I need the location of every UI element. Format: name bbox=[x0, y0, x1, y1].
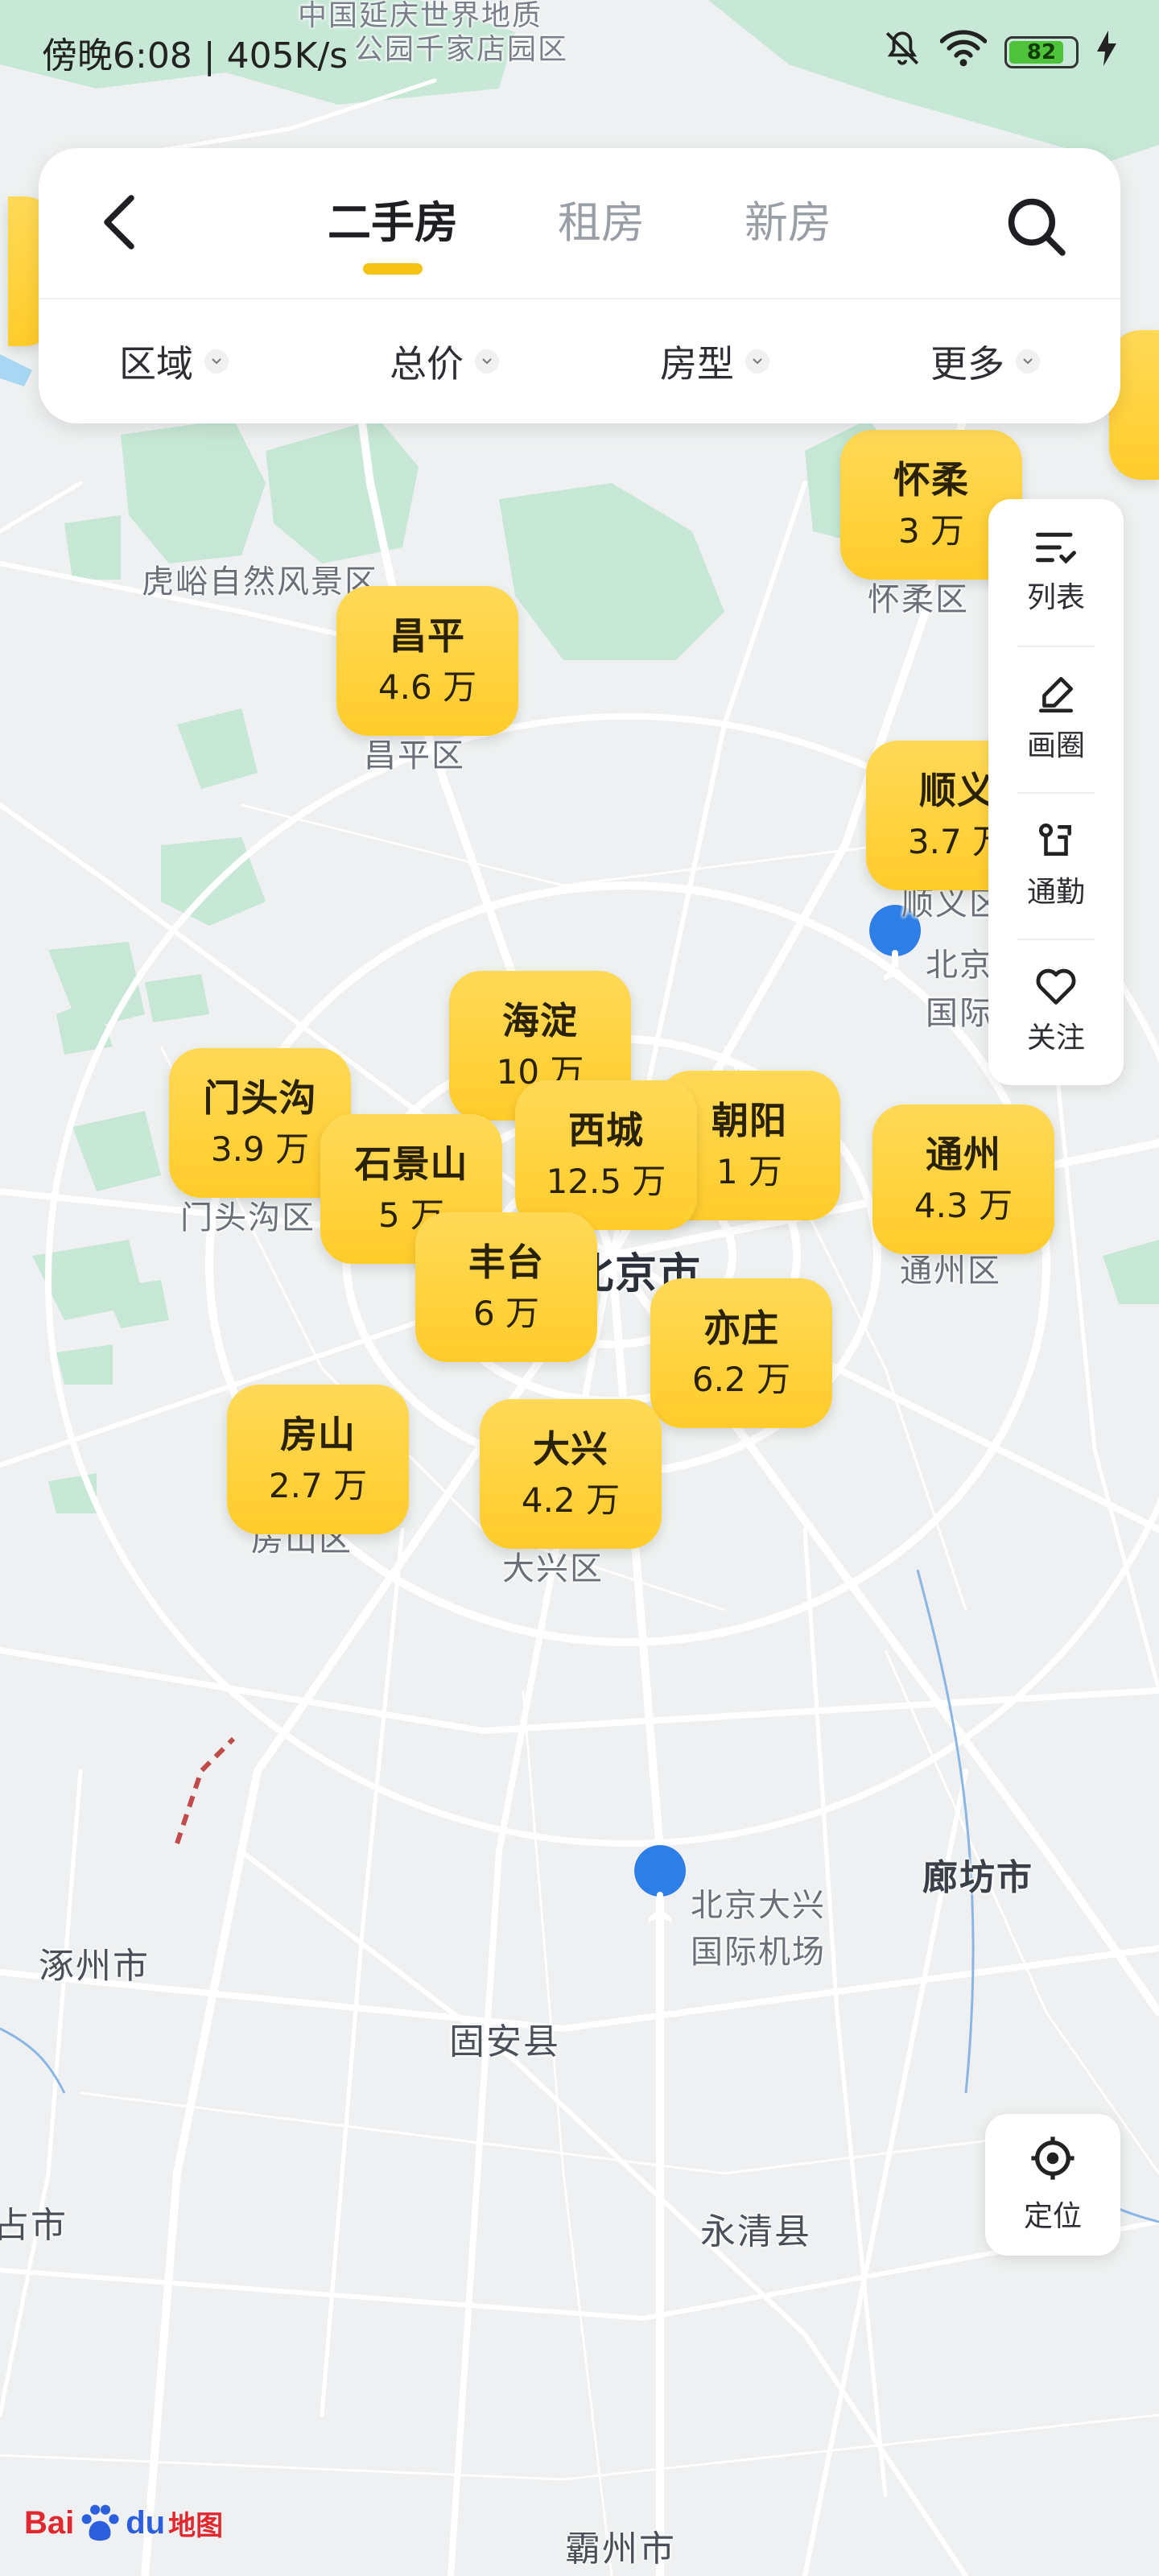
district-bubble-tongzhou[interactable]: 通州 4.3 万 bbox=[872, 1104, 1054, 1254]
map-label-airport: 北京大兴 bbox=[691, 1887, 826, 1924]
favorite-button[interactable]: 关注 bbox=[988, 939, 1124, 1085]
map-label-langfang: 廊坊市 bbox=[922, 1857, 1033, 1898]
filter-layout[interactable]: 房型 bbox=[580, 335, 850, 388]
filter-bar: 区域 总价 房型 更多 bbox=[39, 299, 1120, 423]
district-name: 西城 bbox=[568, 1108, 644, 1152]
list-icon bbox=[1036, 532, 1076, 564]
district-name: 亦庄 bbox=[703, 1307, 779, 1350]
filter-more[interactable]: 更多 bbox=[850, 335, 1120, 388]
map-label-daxing: 大兴区 bbox=[502, 1550, 604, 1587]
district-price: 6 万 bbox=[472, 1294, 540, 1333]
district-bubble-daxing[interactable]: 大兴 4.2 万 bbox=[480, 1399, 662, 1549]
district-name: 丰台 bbox=[468, 1241, 544, 1284]
district-price: 1 万 bbox=[716, 1152, 783, 1191]
district-price: 4.6 万 bbox=[377, 667, 477, 707]
district-name: 昌平 bbox=[390, 614, 465, 658]
map-label-left-city: 占市 bbox=[0, 2205, 68, 2246]
tab-rent[interactable]: 租房 bbox=[558, 187, 645, 270]
logo-text: Bai bbox=[24, 2504, 75, 2541]
tool-label: 画圈 bbox=[1026, 729, 1085, 762]
chevron-down-icon bbox=[745, 349, 769, 374]
district-price: 6.2 万 bbox=[691, 1360, 791, 1399]
commute-icon bbox=[1038, 823, 1071, 856]
district-name: 石景山 bbox=[354, 1142, 468, 1186]
map-label-airport: 国际 bbox=[926, 995, 993, 1032]
mute-icon bbox=[882, 28, 922, 77]
draw-circle-icon bbox=[1038, 676, 1074, 713]
district-name: 通州 bbox=[926, 1133, 1001, 1176]
district-bubble-changping[interactable]: 昌平 4.6 万 bbox=[336, 586, 518, 736]
status-bar: 傍晚6:08 | 405K/s 82 bbox=[0, 0, 1159, 105]
charging-icon bbox=[1096, 30, 1117, 75]
baidu-map-logo: Bai du 地图 bbox=[24, 2502, 223, 2544]
district-price: 4.3 万 bbox=[914, 1186, 1013, 1225]
map-label-mentougou: 门头沟区 bbox=[180, 1199, 316, 1236]
logo-text: 地图 bbox=[168, 2509, 224, 2542]
chevron-down-icon bbox=[475, 349, 499, 374]
map-label-bazhou: 霸州市 bbox=[565, 2529, 676, 2570]
logo-text: du bbox=[126, 2504, 166, 2541]
tool-label: 通勤 bbox=[1026, 876, 1085, 909]
locate-button[interactable]: 定位 bbox=[985, 2114, 1120, 2256]
map-label-scenic: 虎峪自然风景区 bbox=[142, 564, 378, 601]
map-tools-panel: 列表 画圈 通勤 关注 bbox=[988, 499, 1124, 1085]
district-name: 朝阳 bbox=[711, 1099, 787, 1142]
draw-circle-button[interactable]: 画圈 bbox=[988, 646, 1124, 792]
map-label-zhuozhou: 涿州市 bbox=[39, 1946, 150, 1987]
wifi-icon bbox=[939, 28, 988, 77]
status-time: 傍晚6:08 | 405K/s bbox=[42, 35, 349, 76]
chevron-down-icon bbox=[1016, 349, 1040, 374]
district-name: 怀柔 bbox=[893, 458, 969, 502]
battery-icon: 82 bbox=[1004, 36, 1079, 68]
district-price: 3 万 bbox=[897, 511, 965, 551]
district-price: 2.7 万 bbox=[268, 1466, 368, 1505]
map-label-changping: 昌平区 bbox=[364, 737, 465, 774]
list-button[interactable]: 列表 bbox=[988, 499, 1124, 646]
tab-new-house[interactable]: 新房 bbox=[744, 187, 831, 270]
locate-icon bbox=[1031, 2136, 1074, 2180]
chevron-down-icon bbox=[204, 349, 229, 374]
commute-button[interactable]: 通勤 bbox=[988, 792, 1124, 939]
district-bubble-fengtai[interactable]: 丰台 6 万 bbox=[415, 1212, 597, 1362]
district-name: 海淀 bbox=[502, 999, 578, 1042]
filter-label: 更多 bbox=[930, 342, 1004, 386]
heart-icon bbox=[1036, 968, 1076, 1005]
map-label-yongqing: 永清县 bbox=[700, 2211, 811, 2252]
search-header-card: 二手房 租房 新房 区域 总价 房型 更多 bbox=[39, 148, 1120, 423]
district-bubble-fangshan[interactable]: 房山 2.7 万 bbox=[227, 1385, 409, 1534]
map-label-airport: 国际机场 bbox=[691, 1934, 826, 1971]
district-name: 顺义 bbox=[919, 769, 995, 812]
map-label-guan: 固安县 bbox=[449, 2021, 560, 2062]
tool-label: 列表 bbox=[1026, 581, 1085, 614]
district-price: 12.5 万 bbox=[546, 1162, 666, 1201]
map-label-airport: 北京 bbox=[926, 947, 993, 984]
filter-label: 房型 bbox=[660, 342, 734, 386]
search-button[interactable] bbox=[1000, 190, 1072, 262]
filter-region[interactable]: 区域 bbox=[39, 335, 309, 388]
battery-level: 82 bbox=[1026, 40, 1057, 64]
tool-label: 关注 bbox=[1026, 1022, 1085, 1055]
paw-icon bbox=[81, 2504, 119, 2541]
tab-second-hand[interactable]: 二手房 bbox=[328, 187, 458, 270]
map-label-huairou: 怀柔区 bbox=[868, 581, 969, 618]
search-icon bbox=[1008, 198, 1066, 256]
locate-label: 定位 bbox=[1023, 2200, 1082, 2233]
district-bubble-yizhuang[interactable]: 亦庄 6.2 万 bbox=[650, 1278, 832, 1428]
filter-label: 总价 bbox=[390, 342, 464, 386]
tab-bar: 二手房 租房 新房 bbox=[39, 187, 1120, 270]
district-price: 4.2 万 bbox=[521, 1480, 621, 1520]
district-price: 3.9 万 bbox=[210, 1129, 310, 1169]
district-bubble-xicheng[interactable]: 西城 12.5 万 bbox=[515, 1080, 697, 1230]
filter-total-price[interactable]: 总价 bbox=[309, 335, 580, 388]
district-name: 房山 bbox=[280, 1413, 356, 1456]
district-name: 门头沟 bbox=[203, 1076, 317, 1120]
filter-label: 区域 bbox=[119, 342, 193, 386]
district-name: 大兴 bbox=[533, 1427, 608, 1471]
